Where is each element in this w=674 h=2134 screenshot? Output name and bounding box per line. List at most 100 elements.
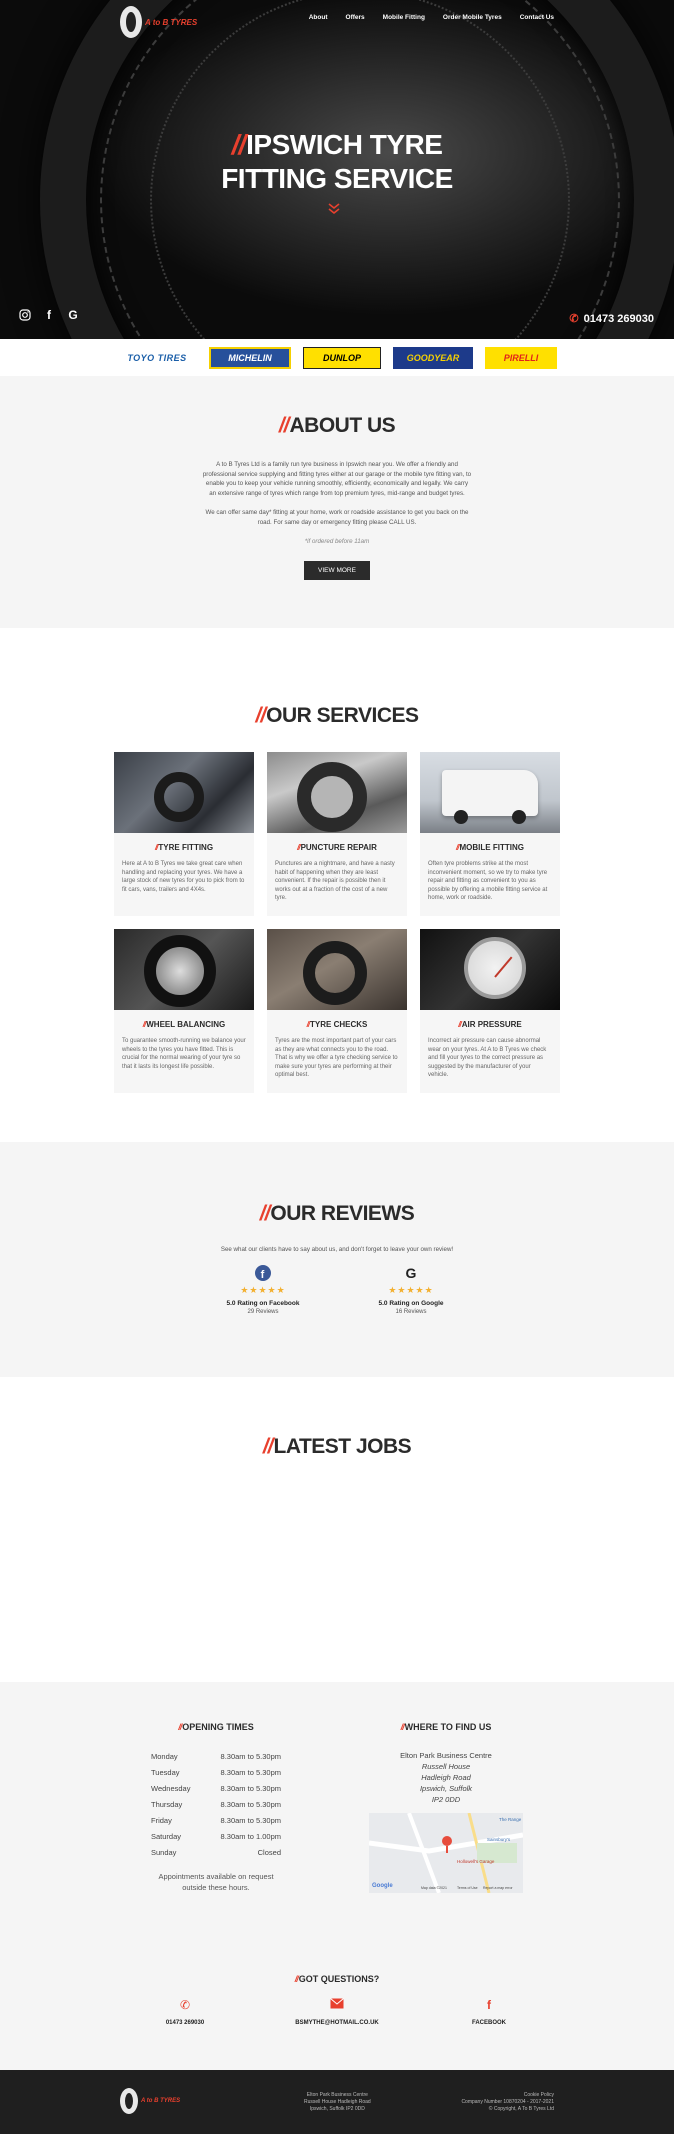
google-rating: 5.0 Rating on Google — [378, 1300, 444, 1307]
footer-address: Elton Park Business Centre Russell House… — [304, 2092, 371, 2112]
phone-icon: ✆ — [569, 313, 579, 325]
contact-phone-label: 01473 269030 — [165, 2020, 205, 2026]
hours-row: Sunday Closed — [151, 1848, 281, 1857]
air-pressure-gauge-photo — [420, 929, 560, 1010]
opening-times-title: OPENING TIMES — [151, 1722, 281, 1732]
service-title: PUNCTURE REPAIR — [267, 843, 407, 852]
service-card-tyre-checks[interactable]: TYRE CHECKS Tyres are the most important… — [267, 929, 407, 1093]
hours-row: Wednesday 8.30am to 5.30pm — [151, 1784, 281, 1793]
nav-mobile-fitting[interactable]: Mobile Fitting — [383, 14, 425, 21]
service-title: AIR PRESSURE — [420, 1020, 560, 1029]
mobile-fitting-van-photo — [420, 752, 560, 833]
svg-text:f: f — [261, 1269, 265, 1281]
about-paragraph-2: We can offer same day* fitting at your h… — [205, 509, 469, 526]
services-title-text: OUR SERVICES — [266, 704, 419, 727]
address: Elton Park Business Centre Russell House… — [400, 1751, 492, 1804]
reviews-title-text: OUR REVIEWS — [270, 1202, 415, 1225]
map-report-link[interactable]: Report a map error — [483, 1886, 513, 1890]
hero-section: A to B TYRES About Offers Mobile Fitting… — [0, 0, 674, 339]
brand-michelin: MICHELIN — [209, 346, 291, 369]
instagram-icon[interactable] — [18, 308, 32, 322]
service-card-tyre-fitting[interactable]: TYRE FITTING Here at A to B Tyres we tak… — [114, 752, 254, 916]
facebook-review-count: 29 Reviews — [247, 1309, 279, 1315]
service-title: TYRE FITTING — [114, 843, 254, 852]
latest-jobs-section: LATEST JOBS — [0, 1377, 674, 1682]
tyre-checks-photo — [267, 929, 407, 1010]
contact-facebook-label: FACEBOOK — [471, 2020, 506, 2026]
hours-row: Saturday 8.30am to 1.00pm — [151, 1832, 281, 1841]
facebook-icon[interactable]: f — [42, 308, 56, 322]
contact-facebook[interactable]: f FACEBOOK — [444, 1998, 534, 2026]
services-title: OUR SERVICES — [0, 704, 674, 728]
about-section: ABOUT US A to B Tyres Ltd is a family ru… — [0, 376, 674, 628]
facebook-icon: f — [220, 1265, 306, 1281]
service-card-mobile-fitting[interactable]: MOBILE FITTING Often tyre problems strik… — [420, 752, 560, 916]
reviews-title: OUR REVIEWS — [0, 1202, 674, 1226]
brand-logos: TOYO TIRES MICHELIN DUNLOP GOODYEAR PIRE… — [0, 339, 674, 376]
about-title-text: ABOUT US — [289, 414, 396, 437]
footer-legal: Cookie Policy Company Number 10870204 - … — [461, 2092, 554, 2113]
facebook-review-summary[interactable]: f ★★★★★ 5.0 Rating on Facebook 29 Review… — [220, 1265, 306, 1315]
nav-contact-us[interactable]: Contact Us — [520, 14, 554, 21]
title-slash-mark — [232, 129, 246, 160]
social-links: f G — [18, 308, 80, 322]
service-card-puncture-repair[interactable]: PUNCTURE REPAIR Punctures are a nightmar… — [267, 752, 407, 916]
contact-email[interactable]: BSMYTHE@HOTMAIL.CO.UK — [292, 1998, 382, 2026]
where-to-find-us: WHERE TO FIND US Elton Park Business Cen… — [369, 1722, 523, 1893]
about-paragraph-1: A to B Tyres Ltd is a family run tyre bu… — [202, 461, 472, 497]
footer: A to B TYRES Elton Park Business Centre … — [0, 2070, 674, 2134]
logo-text: A to B TYRES — [145, 17, 198, 27]
google-review-count: 16 Reviews — [395, 1309, 427, 1315]
location-map[interactable]: The Range Sainsbury's Hollowell's Garage… — [369, 1813, 523, 1893]
email-icon — [292, 1998, 382, 2014]
brand-dunlop: DUNLOP — [303, 346, 381, 369]
reviews-subtitle: See what our clients have to say about u… — [220, 1246, 454, 1253]
hero-title-line2: FITTING SERVICE — [221, 163, 453, 194]
reviews-section: OUR REVIEWS See what our clients have to… — [0, 1142, 674, 1377]
google-review-summary[interactable]: G ★★★★★ 5.0 Rating on Google 16 Reviews — [368, 1265, 454, 1315]
service-description: Here at A to B Tyres we take great care … — [122, 861, 245, 893]
find-us-title: WHERE TO FIND US — [369, 1722, 523, 1732]
company-number: Company Number 10870204 - 2017-2021 — [461, 2099, 554, 2105]
view-more-button[interactable]: VIEW MORE — [304, 560, 370, 580]
title-slash-mark — [279, 414, 289, 437]
map-terms-link[interactable]: Terms of Use — [457, 1886, 478, 1890]
service-description: Incorrect air pressure can cause abnorma… — [428, 1038, 547, 1078]
nav-about[interactable]: About — [309, 14, 328, 21]
footer-logo-text: A to B TYRES — [141, 2097, 181, 2104]
service-description: Tyres are the most important part of you… — [275, 1038, 398, 1078]
brand-pirelli: PIRELLI — [485, 346, 557, 369]
map-label-store: Sainsbury's — [487, 1837, 511, 1842]
services-grid: TYRE FITTING Here at A to B Tyres we tak… — [114, 752, 560, 1093]
scroll-down-chevron-icon[interactable] — [327, 202, 341, 216]
nav-order-mobile-tyres[interactable]: Order Mobile Tyres — [443, 14, 502, 21]
map-label-range: The Range — [499, 1817, 522, 1822]
map-credits: Map data ©2021 — [421, 1886, 447, 1890]
about-title: ABOUT US — [0, 414, 674, 438]
contact-email-label: BSMYTHE@HOTMAIL.CO.UK — [295, 2020, 379, 2026]
hours-row: Monday 8.30am to 5.30pm — [151, 1752, 281, 1761]
map-label-garage: Hollowell's Garage — [457, 1859, 495, 1864]
cookie-policy-link[interactable]: Cookie Policy — [461, 2092, 554, 2099]
footer-logo[interactable]: A to B TYRES — [120, 2088, 180, 2114]
service-card-air-pressure[interactable]: AIR PRESSURE Incorrect air pressure can … — [420, 929, 560, 1093]
service-description: Punctures are a nightmare, and have a na… — [275, 861, 395, 901]
google-icon[interactable]: G — [66, 308, 80, 322]
service-title: WHEEL BALANCING — [114, 1020, 254, 1029]
hours-row: Thursday 8.30am to 5.30pm — [151, 1800, 281, 1809]
service-title: MOBILE FITTING — [420, 843, 560, 852]
site-logo[interactable]: A to B TYRES — [120, 6, 197, 38]
got-questions: GOT QUESTIONS? ✆ 01473 269030 BSMYTHE@HO… — [0, 1974, 674, 2026]
star-rating: ★★★★★ — [240, 1285, 286, 1295]
tyre-fitting-photo — [114, 752, 254, 833]
appointments-note: Appointments available on request outside… — [158, 1872, 274, 1892]
contact-phone[interactable]: ✆ 01473 269030 — [140, 1998, 230, 2026]
header-phone[interactable]: ✆ 01473 269030 — [569, 312, 654, 326]
about-footnote: *if ordered before 11am — [304, 538, 370, 545]
header-phone-number: 01473 269030 — [583, 312, 654, 325]
facebook-rating: 5.0 Rating on Facebook — [226, 1300, 300, 1307]
title-slash-mark — [256, 704, 266, 727]
top-navigation: A to B TYRES About Offers Mobile Fitting… — [0, 0, 674, 48]
service-card-wheel-balancing[interactable]: WHEEL BALANCING To guarantee smooth-runn… — [114, 929, 254, 1093]
nav-offers[interactable]: Offers — [346, 14, 365, 21]
